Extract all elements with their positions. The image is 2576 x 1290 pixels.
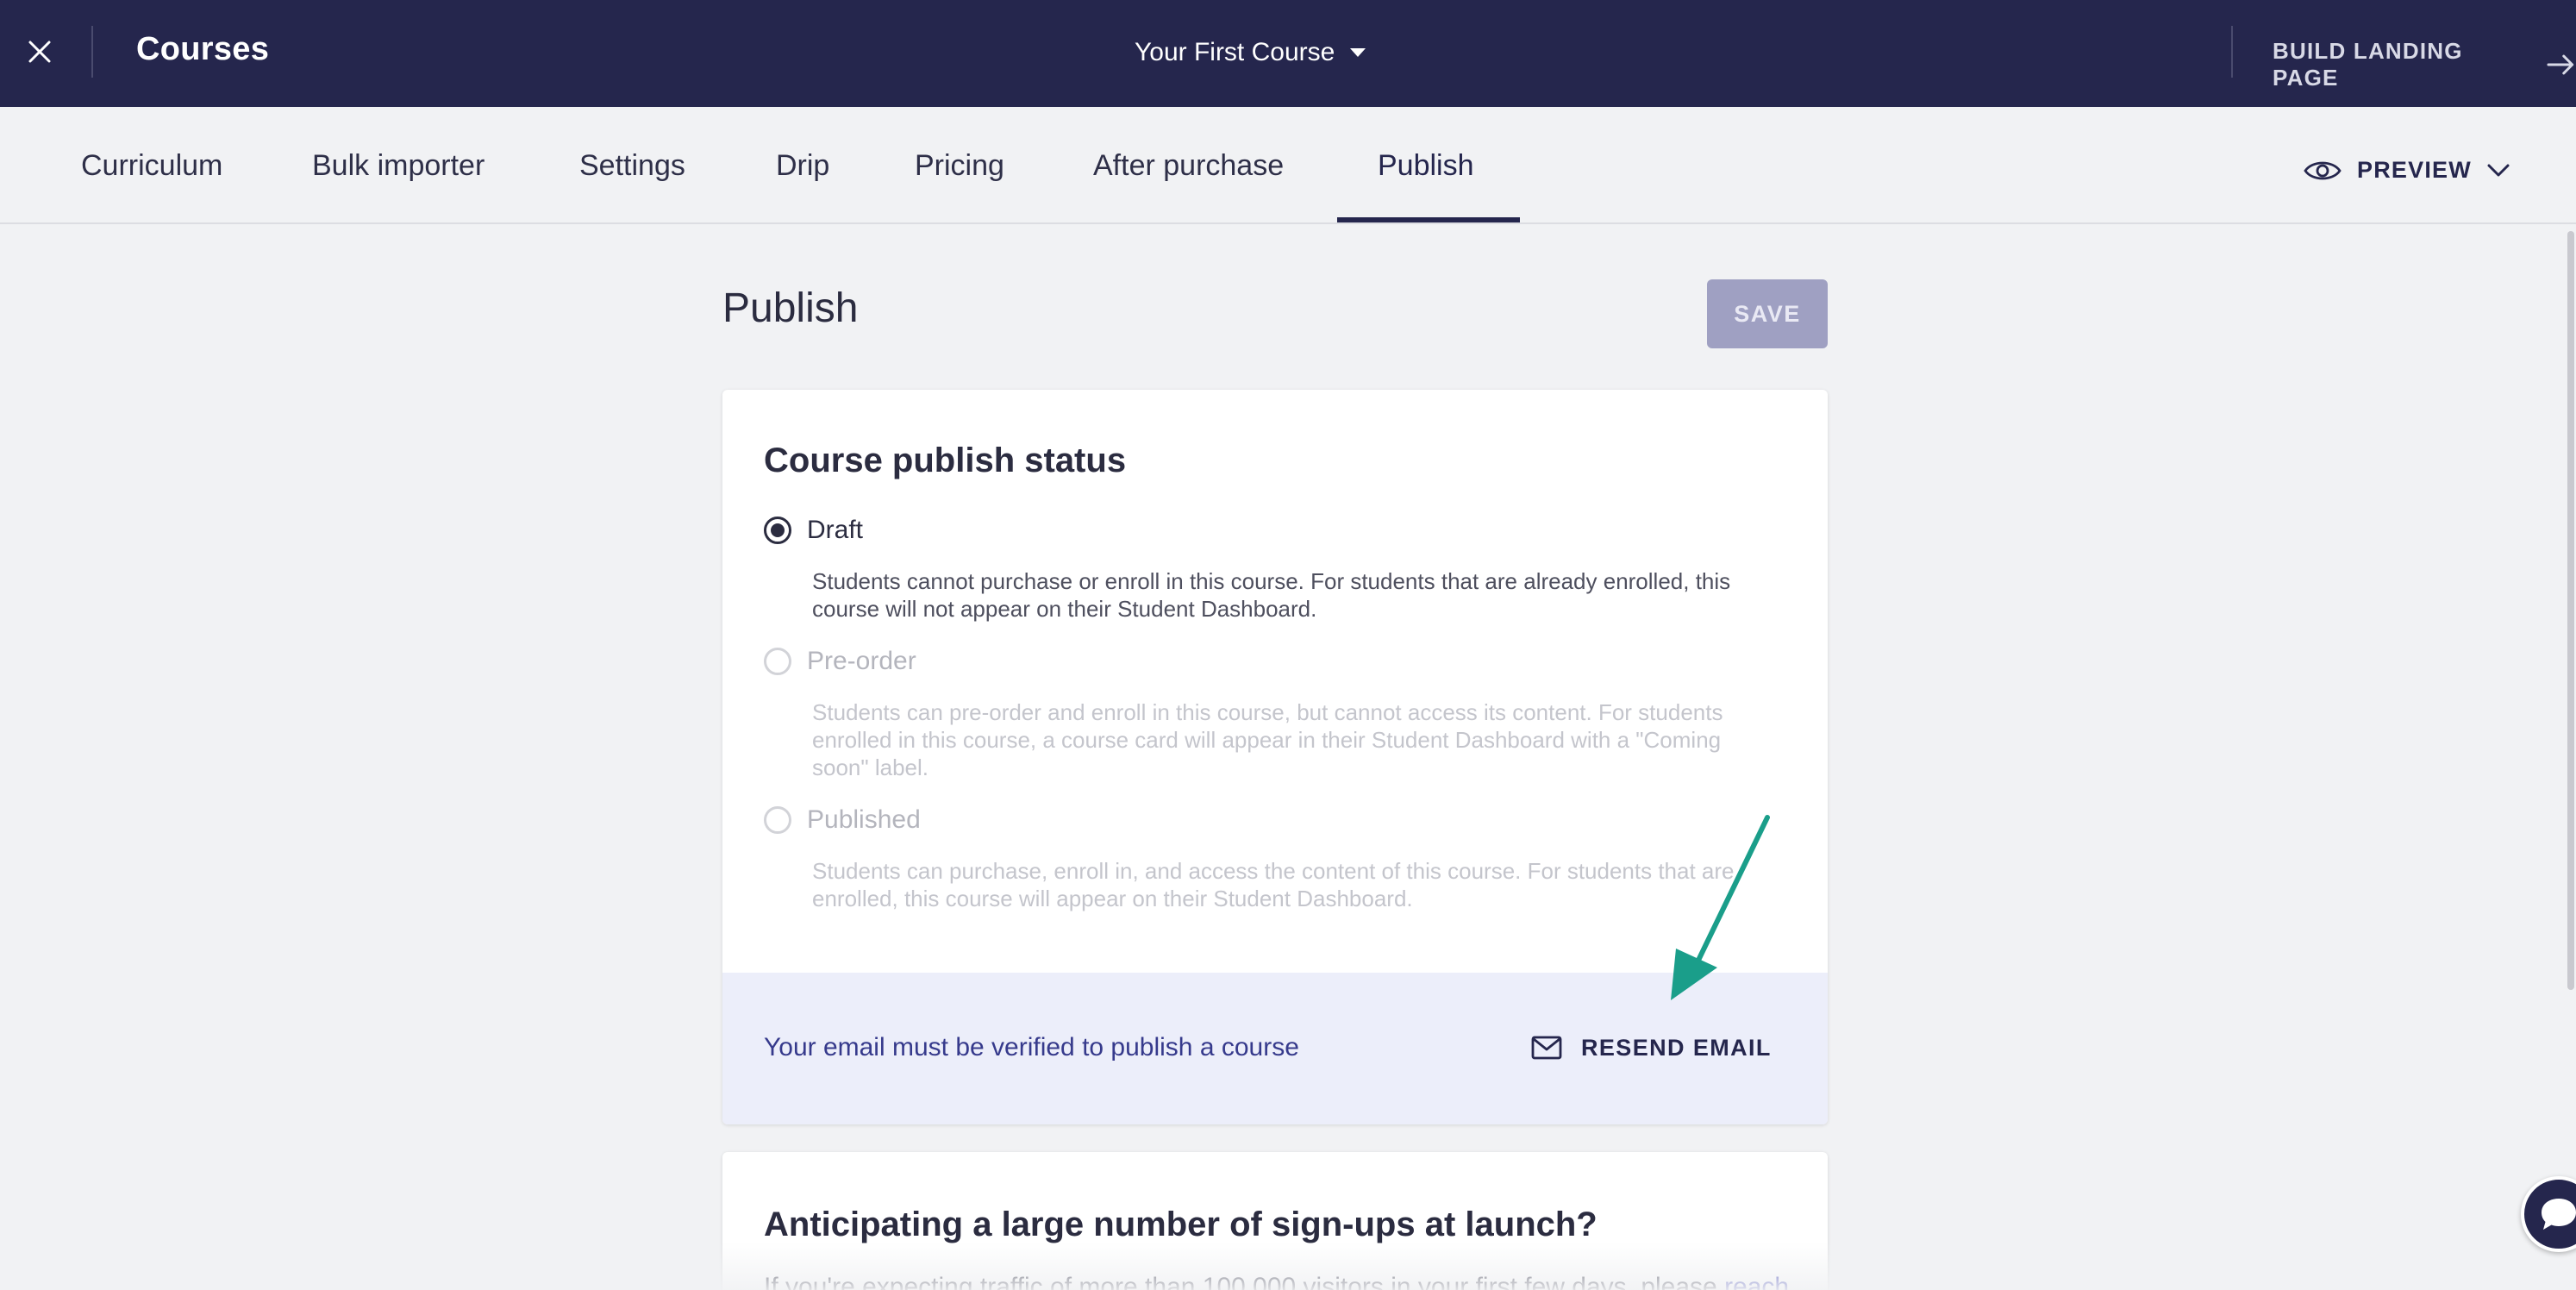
arrow-right-icon bbox=[2547, 54, 2574, 75]
radio-draft[interactable] bbox=[764, 517, 791, 544]
tab-settings[interactable]: Settings bbox=[579, 107, 685, 224]
active-tab-indicator bbox=[1337, 217, 1520, 222]
option-published: Published Students can purchase, enroll … bbox=[764, 805, 1769, 912]
scrollbar-thumb[interactable] bbox=[2567, 231, 2574, 990]
radio-pre-order[interactable] bbox=[764, 648, 791, 675]
signups-card-title: Anticipating a large number of sign-ups … bbox=[764, 1205, 1597, 1243]
card-title: Course publish status bbox=[764, 441, 1127, 479]
save-button[interactable]: SAVE bbox=[1707, 279, 1828, 348]
tab-publish[interactable]: Publish bbox=[1378, 107, 1474, 224]
tab-bulk-importer[interactable]: Bulk importer bbox=[312, 107, 485, 224]
option-label-published: Published bbox=[807, 805, 921, 834]
signups-card-body: If you're expecting traffic of more than… bbox=[764, 1273, 1816, 1290]
chevron-down-icon bbox=[2487, 164, 2510, 176]
course-selector[interactable]: Your First Course bbox=[1135, 38, 1366, 67]
option-label-draft: Draft bbox=[807, 516, 864, 544]
chat-button[interactable] bbox=[2521, 1176, 2576, 1252]
radio-selected-dot bbox=[771, 523, 785, 537]
build-landing-page-label: BUILD LANDING PAGE bbox=[2273, 38, 2463, 91]
eye-icon bbox=[2304, 161, 2342, 179]
page-title: Publish bbox=[722, 285, 859, 331]
topbar-divider bbox=[91, 26, 93, 78]
option-pre-order: Pre-order Students can pre-order and enr… bbox=[764, 647, 1769, 781]
top-bar: Courses Your First Course BUILD LANDING … bbox=[0, 0, 2576, 107]
app-title: Courses bbox=[136, 31, 270, 67]
option-draft: Draft Students cannot purchase or enroll… bbox=[764, 516, 1769, 623]
resend-email-button[interactable]: RESEND EMAIL bbox=[1531, 1026, 1772, 1069]
signups-card-text: If you're expecting traffic of more than… bbox=[764, 1273, 1725, 1290]
option-label-pre-order: Pre-order bbox=[807, 647, 916, 675]
option-description-pre-order: Students can pre-order and enroll in thi… bbox=[812, 699, 1723, 780]
option-description-draft: Students cannot purchase or enroll in th… bbox=[812, 568, 1731, 622]
envelope-icon bbox=[1531, 1036, 1562, 1060]
tab-after-purchase[interactable]: After purchase bbox=[1093, 107, 1284, 224]
tab-curriculum[interactable]: Curriculum bbox=[81, 107, 222, 224]
course-selector-label: Your First Course bbox=[1135, 38, 1335, 66]
chat-bubble-icon bbox=[2542, 1199, 2576, 1230]
topbar-divider bbox=[2231, 26, 2233, 78]
signups-card: Anticipating a large number of sign-ups … bbox=[722, 1152, 1828, 1290]
close-icon bbox=[28, 41, 51, 63]
option-description-published: Students can purchase, enroll in, and ac… bbox=[812, 858, 1735, 911]
verify-message: Your email must be verified to publish a… bbox=[764, 1033, 1299, 1061]
close-button[interactable] bbox=[17, 28, 62, 76]
caret-down-icon bbox=[1350, 48, 1366, 57]
preview-label: PREVIEW bbox=[2357, 157, 2472, 183]
annotation-arrow-icon bbox=[1671, 815, 1770, 1000]
preview-button[interactable]: PREVIEW bbox=[2304, 157, 2510, 184]
tab-bar: Curriculum Bulk importer Settings Drip P… bbox=[0, 107, 2576, 224]
tab-drip[interactable]: Drip bbox=[776, 107, 829, 224]
radio-published[interactable] bbox=[764, 806, 791, 834]
tab-pricing[interactable]: Pricing bbox=[915, 107, 1004, 224]
resend-email-label: RESEND EMAIL bbox=[1581, 1034, 1772, 1061]
reach-out-link[interactable]: reach bbox=[1724, 1273, 1789, 1290]
build-landing-page-button[interactable]: BUILD LANDING PAGE bbox=[2273, 38, 2576, 91]
